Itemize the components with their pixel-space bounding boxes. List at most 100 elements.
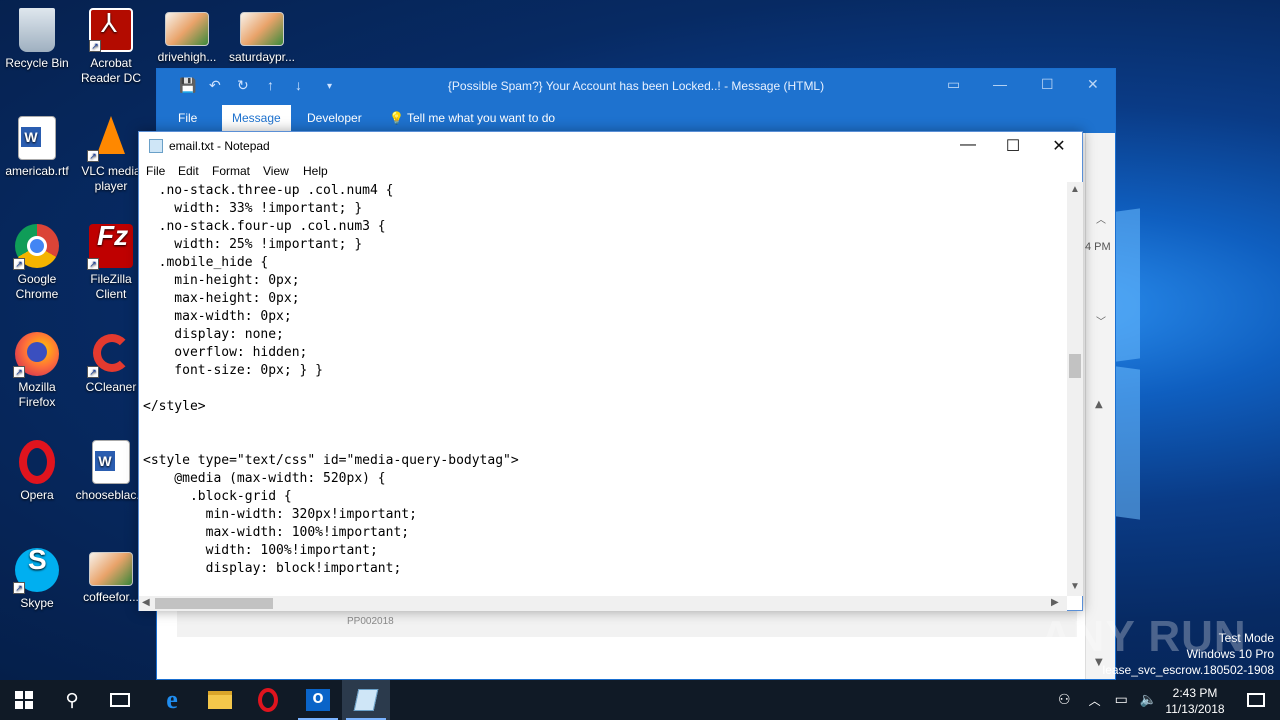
notepad-text-line: <style type="text/css" id="media-query-b… (143, 453, 519, 468)
shortcut-arrow-icon: ↗ (13, 366, 25, 378)
search-icon: ⚲ (65, 689, 79, 711)
ccleaner-icon: ↗ (87, 332, 133, 378)
desktop-icon-recycle-bin[interactable]: Recycle Bin (0, 8, 74, 71)
menu-view[interactable]: View (263, 164, 289, 178)
ribbon-display-icon[interactable]: ▭ (947, 76, 960, 93)
notepad-text-line: max-height: 0px; (143, 291, 300, 306)
scroll-right-arrow-icon[interactable]: ▶ (1051, 597, 1059, 608)
close-icon[interactable]: ✕ (1087, 76, 1099, 93)
desktop-icon-vlc[interactable]: ↗ VLC media player (74, 116, 148, 194)
scroll-left-arrow-icon[interactable]: ◀ (142, 597, 150, 608)
maximize-icon[interactable]: ☐ (990, 136, 1036, 156)
task-view-button[interactable] (96, 680, 144, 720)
outlook-scroll-strip[interactable]: ︿ ﹀ ▲ ▼ (1085, 133, 1115, 679)
notepad-text-line: @media (max-width: 520px) { (143, 471, 386, 486)
desktop-icon-skype[interactable]: S ↗ Skype (0, 546, 74, 611)
taskbar-file-explorer[interactable] (196, 680, 244, 720)
image-file-icon (165, 12, 209, 46)
menu-format[interactable]: Format (212, 164, 250, 178)
windows-build: lease_svc_escrow.180502-1908 (1102, 663, 1274, 677)
taskbar-opera[interactable] (244, 680, 292, 720)
desktop-icon-chrome[interactable]: ↗ Google Chrome (0, 224, 74, 302)
desktop-icon-ccleaner[interactable]: ↗ CCleaner (74, 332, 148, 395)
word-doc-icon: W (18, 116, 56, 160)
desktop-icon-saturdaypr[interactable]: saturdaypr... (225, 12, 299, 64)
notepad-text-line: .no-stack.three-up .col.num4 { (143, 183, 394, 198)
menu-file[interactable]: File (146, 164, 165, 178)
notepad-text-line: width: 25% !important; } (143, 237, 363, 252)
notepad-text-line: .mobile_hide { (143, 255, 269, 270)
edge-icon: e (166, 685, 178, 714)
image-file-icon (240, 12, 284, 46)
network-icon[interactable]: ▭ (1115, 692, 1128, 708)
image-file-icon (89, 552, 133, 586)
menu-help[interactable]: Help (303, 164, 328, 178)
close-icon[interactable]: ✕ (1036, 136, 1082, 156)
tab-message[interactable]: Message (222, 105, 291, 134)
chevron-up-icon[interactable]: ︿ (1096, 211, 1106, 226)
tab-file[interactable]: File (178, 111, 197, 125)
vertical-scrollbar[interactable]: ▲ ▼ (1067, 182, 1083, 596)
notepad-menubar: File Edit Format View Help (139, 160, 1082, 182)
notepad-text-line: overflow: hidden; (143, 345, 308, 360)
scroll-up-arrow-icon[interactable]: ▲ (1070, 184, 1080, 195)
horizontal-scrollbar[interactable]: ◀ ▶ (139, 596, 1067, 611)
tab-developer[interactable]: Developer (307, 111, 362, 125)
system-tray: ⚇ ︿ ▭ 🔈 (1058, 680, 1157, 720)
minimize-icon[interactable]: — (945, 136, 991, 154)
scroll-down-arrow-icon[interactable]: ▼ (1070, 581, 1080, 592)
notepad-text-line: max-width: 0px; (143, 309, 292, 324)
start-icon (15, 691, 33, 709)
desktop-icon-drivehigh[interactable]: drivehigh... (150, 12, 224, 64)
desktop-icon-acrobat[interactable]: ⅄ ↗ Acrobat Reader DC (74, 8, 148, 86)
firefox-icon: ↗ (13, 332, 59, 378)
chrome-icon: ↗ (13, 224, 59, 270)
tell-me-search[interactable]: Tell me what you want to do (407, 111, 555, 125)
notepad-text-line: font-size: 0px; } } (143, 363, 324, 378)
search-button[interactable]: ⚲ (48, 680, 96, 720)
menu-edit[interactable]: Edit (178, 164, 199, 178)
volume-icon[interactable]: 🔈 (1140, 692, 1157, 708)
test-mode-info: Test Mode Windows 10 Pro lease_svc_escro… (1103, 630, 1274, 678)
vertical-scroll-thumb[interactable] (1069, 354, 1081, 378)
outlook-window-title: {Possible Spam?} Your Account has been L… (447, 79, 825, 93)
taskbar-outlook[interactable]: O (294, 680, 342, 720)
desktop-icon-americab[interactable]: W americab.rtf (0, 116, 74, 179)
minimize-icon[interactable]: — (993, 76, 1007, 92)
maximize-icon[interactable]: ☐ (1041, 76, 1054, 93)
notepad-text-line: min-height: 0px; (143, 273, 300, 288)
clock-time: 2:43 PM (1172, 686, 1218, 700)
notepad-text-area[interactable]: .no-stack.three-up .col.num4 { width: 33… (139, 182, 1067, 596)
action-center-button[interactable] (1232, 680, 1280, 720)
horizontal-scroll-thumb[interactable] (155, 598, 273, 609)
notepad-icon (149, 139, 163, 153)
chevron-up-icon[interactable]: ︿ (1089, 692, 1101, 709)
notepad-text-line: .no-stack.four-up .col.num3 { (143, 219, 386, 234)
shortcut-arrow-icon: ↗ (89, 40, 101, 52)
notepad-text-line: display: block!important; (143, 561, 402, 576)
desktop-icon-firefox[interactable]: ↗ Mozilla Firefox (0, 332, 74, 410)
acrobat-icon: ⅄ ↗ (89, 8, 133, 52)
desktop-icon-filezilla[interactable]: Fz ↗ FileZilla Client (74, 222, 148, 302)
notepad-text-line: min-width: 320px!important; (143, 507, 417, 522)
opera-icon (258, 688, 278, 712)
shortcut-arrow-icon: ↗ (87, 150, 99, 162)
scroll-up-arrow-icon[interactable]: ▲ (1095, 399, 1103, 410)
desktop-icon-chooseblac[interactable]: W chooseblac... (74, 440, 148, 503)
windows-logo-pane (1116, 366, 1140, 520)
taskbar-clock[interactable]: 2:43 PM 11/13/2018 (1160, 685, 1230, 717)
filezilla-icon: Fz ↗ (87, 222, 133, 270)
notepad-text-line: width: 33% !important; } (143, 201, 363, 216)
taskbar-notepad[interactable] (342, 680, 390, 720)
taskbar-edge[interactable]: e (148, 680, 196, 720)
start-button[interactable] (0, 680, 48, 720)
people-icon[interactable]: ⚇ (1058, 692, 1071, 708)
outlook-titlebar: 💾 ↶ ↻ ↑ ↓ ▾ {Possible Spam?} Your Accoun… (157, 69, 1115, 103)
notepad-text-line: .block-grid { (143, 489, 292, 504)
shortcut-arrow-icon: ↗ (87, 258, 99, 270)
desktop-icon-opera[interactable]: Opera (0, 440, 74, 503)
outlook-footer-text: PP002018 (347, 616, 394, 627)
chevron-down-icon[interactable]: ﹀ (1096, 313, 1106, 328)
desktop-icon-coffeefor[interactable]: coffeefor... (74, 552, 148, 605)
notepad-titlebar[interactable]: email.txt - Notepad — ☐ ✕ (139, 132, 1082, 160)
